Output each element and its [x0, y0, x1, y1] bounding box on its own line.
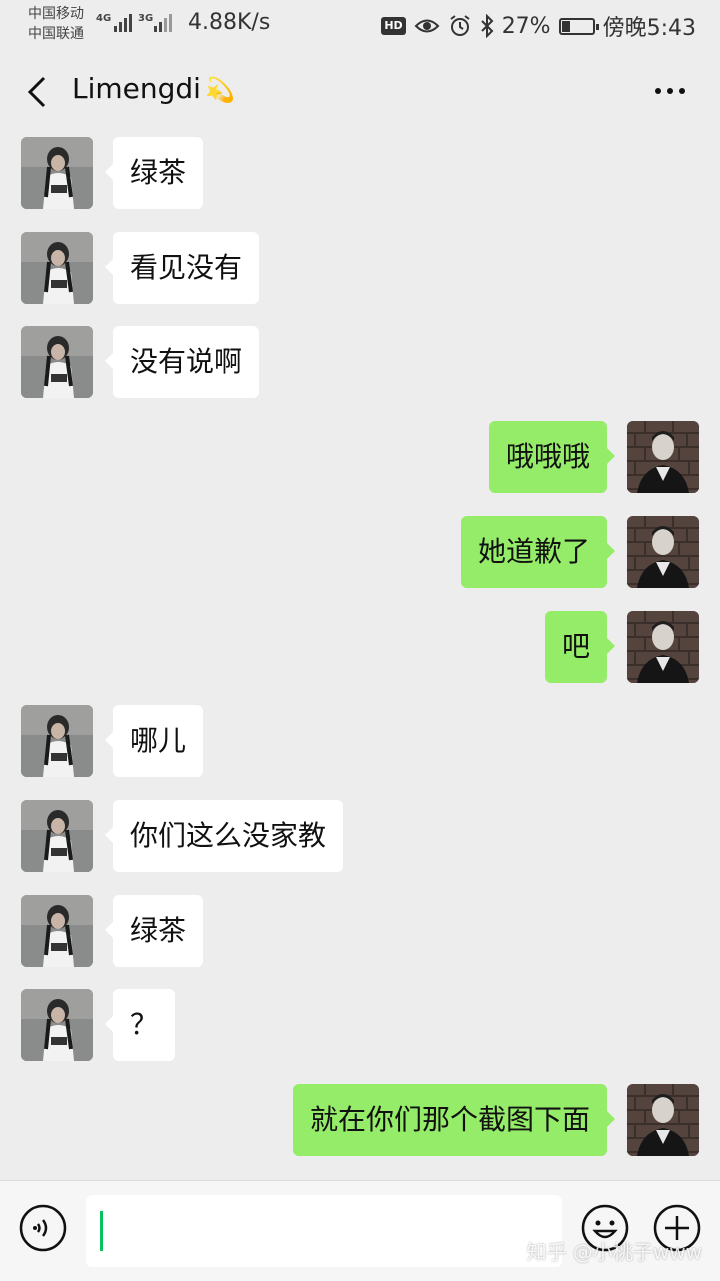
network-speed: 4.88K/s — [188, 10, 271, 35]
bluetooth-icon — [480, 14, 494, 38]
battery-icon — [558, 17, 599, 35]
message-bubble[interactable]: 哦哦哦 — [488, 421, 616, 493]
message-bubble[interactable]: 看见没有 — [104, 232, 260, 304]
contact-avatar[interactable] — [21, 137, 93, 209]
signal-icon: 4G 3G — [96, 13, 172, 32]
message-row-received: 没有说啊 — [0, 326, 720, 398]
message-row-received: 绿茶 — [0, 895, 720, 967]
status-bar: 中国移动 中国联通 4G 3G 4.88K/s HD 27% 傍晚5:43 — [0, 0, 720, 52]
my-avatar[interactable] — [627, 1084, 699, 1156]
message-row-received: ？ — [0, 989, 720, 1061]
contact-avatar[interactable] — [21, 705, 93, 777]
contact-avatar[interactable] — [21, 800, 93, 872]
message-bubble[interactable]: ？ — [104, 989, 176, 1061]
message-bubble[interactable]: 吧 — [544, 611, 616, 683]
net-label-2: 3G — [138, 13, 153, 24]
net-label-1: 4G — [96, 13, 111, 24]
my-avatar[interactable] — [627, 421, 699, 493]
carrier-names: 中国移动 中国联通 — [28, 4, 84, 44]
text-caret — [100, 1211, 103, 1251]
back-arrow-icon[interactable] — [22, 72, 62, 112]
eye-icon — [414, 19, 440, 33]
chat-header: Limengdi 💫 — [0, 52, 720, 132]
message-row-received: 看见没有 — [0, 232, 720, 304]
message-row-received: 哪儿 — [0, 705, 720, 777]
carrier-2: 中国联通 — [28, 26, 84, 42]
voice-icon[interactable] — [18, 1203, 68, 1253]
contact-avatar[interactable] — [21, 326, 93, 398]
carrier-1: 中国移动 — [28, 6, 84, 22]
input-bar — [0, 1180, 720, 1281]
hd-badge: HD — [381, 17, 406, 35]
message-bubble[interactable]: 哪儿 — [104, 705, 204, 777]
message-bubble[interactable]: 你们这么没家教 — [104, 800, 344, 872]
message-input[interactable] — [86, 1195, 562, 1267]
message-bubble[interactable]: 绿茶 — [104, 137, 204, 209]
contact-avatar[interactable] — [21, 895, 93, 967]
message-bubble[interactable]: 没有说啊 — [104, 326, 260, 398]
my-avatar[interactable] — [627, 516, 699, 588]
contact-name: Limengdi — [72, 72, 201, 105]
watermark: 知乎 @小桃子www — [526, 1240, 702, 1264]
status-icons: HD 27% 傍晚5:43 — [381, 10, 696, 42]
message-row-received: 绿茶 — [0, 137, 720, 209]
contact-avatar[interactable] — [21, 232, 93, 304]
battery-fill — [561, 20, 570, 32]
contact-avatar[interactable] — [21, 989, 93, 1061]
battery-percent: 27% — [501, 13, 551, 39]
message-row-sent: 她道歉了 — [0, 516, 720, 588]
clock: 傍晚5:43 — [602, 16, 696, 41]
chat-title: Limengdi 💫 — [72, 72, 235, 105]
message-row-sent: 就在你们那个截图下面 — [0, 1084, 720, 1156]
message-bubble[interactable]: 她道歉了 — [460, 516, 616, 588]
message-row-received: 你们这么没家教 — [0, 800, 720, 872]
message-row-sent: 哦哦哦 — [0, 421, 720, 493]
more-dots-icon[interactable] — [650, 76, 690, 106]
message-bubble[interactable]: 就在你们那个截图下面 — [292, 1084, 616, 1156]
title-emoji: 💫 — [204, 76, 235, 104]
alarm-icon — [450, 15, 470, 36]
my-avatar[interactable] — [627, 611, 699, 683]
message-row-sent: 吧 — [0, 611, 720, 683]
message-bubble[interactable]: 绿茶 — [104, 895, 204, 967]
